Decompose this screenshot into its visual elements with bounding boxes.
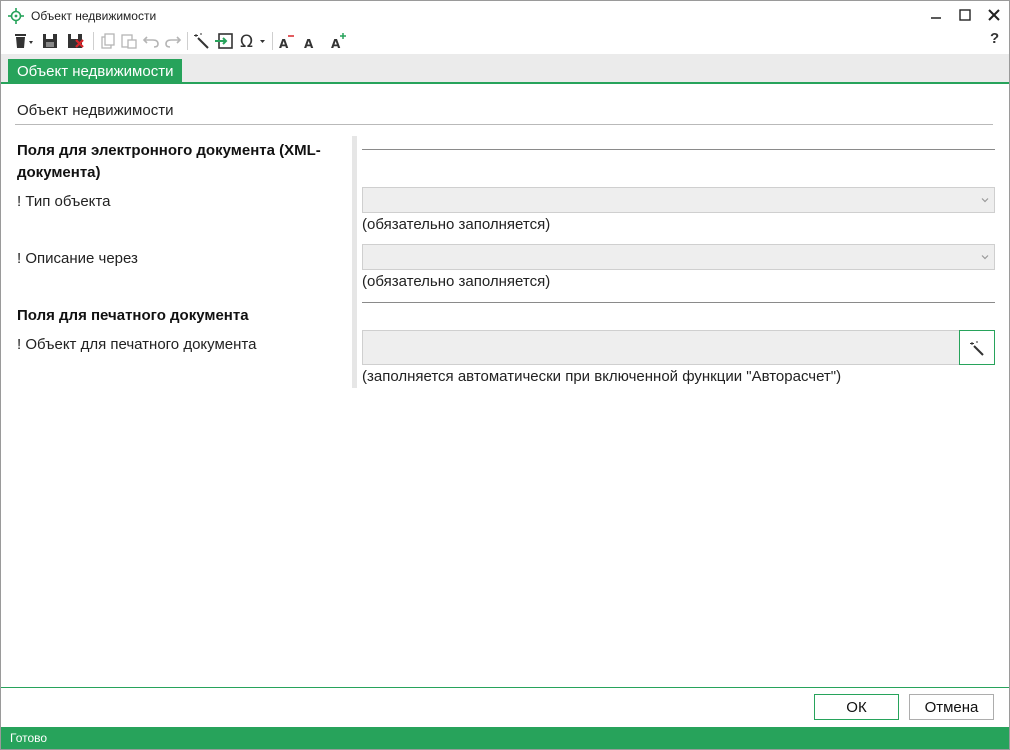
- font-increase-icon: A: [331, 33, 346, 50]
- font-decrease-icon: A: [279, 35, 294, 50]
- wand-button[interactable]: [191, 30, 213, 52]
- paste-button[interactable]: [119, 30, 139, 52]
- minimize-button[interactable]: [921, 3, 951, 27]
- toolbar-separator: [272, 32, 273, 50]
- tab-real-estate-object[interactable]: Объект недвижимости: [8, 59, 183, 84]
- maximize-button[interactable]: [950, 3, 980, 27]
- undo-icon: [142, 36, 159, 48]
- svg-text:A: A: [304, 37, 314, 50]
- cancel-button[interactable]: Отмена: [909, 694, 994, 720]
- group-heading-xml-line2: документа): [17, 164, 101, 181]
- object-type-select[interactable]: [362, 187, 995, 213]
- object-type-hint: (обязательно заполняется): [362, 216, 551, 233]
- save-icon: [43, 34, 57, 48]
- svg-text:Ω: Ω: [240, 32, 253, 50]
- group-xml-rule: [362, 149, 995, 150]
- status-bar: Готово: [1, 727, 1009, 749]
- svg-text:A: A: [279, 37, 289, 50]
- copy-button[interactable]: [98, 30, 118, 52]
- title-bar: Объект недвижимости: [1, 1, 1009, 29]
- redo-icon: [165, 36, 182, 48]
- insert-button[interactable]: [213, 30, 235, 52]
- window-title: Объект недвижимости: [31, 9, 157, 23]
- autofill-button[interactable]: [959, 330, 995, 365]
- maximize-icon: [959, 9, 971, 21]
- save-close-icon: [68, 34, 84, 48]
- wand-icon: [194, 33, 209, 49]
- tab-strip: Объект недвижимости: [1, 54, 1009, 84]
- description-via-label: ! Описание через: [17, 250, 138, 267]
- group-print-rule: [362, 302, 995, 303]
- minimize-icon: [931, 17, 941, 19]
- ok-button[interactable]: ОК: [814, 694, 899, 720]
- svg-text:A: A: [331, 37, 341, 50]
- description-via-select[interactable]: [362, 244, 995, 270]
- chevron-down-icon: [981, 198, 989, 203]
- delete-icon: [15, 34, 33, 48]
- font-increase-button[interactable]: A: [329, 30, 349, 52]
- insert-icon: [215, 33, 233, 49]
- print-object-hint: (заполняется автоматически при включенно…: [362, 368, 842, 385]
- omega-icon: Ω: [240, 32, 265, 50]
- section-title: Объект недвижимости: [17, 102, 174, 119]
- wand-icon: [970, 340, 984, 356]
- target-icon: [8, 8, 24, 24]
- delete-button[interactable]: [10, 30, 36, 52]
- group-heading-print: Поля для печатного документа: [17, 307, 249, 324]
- toolbar: Ω A A A ?: [1, 29, 1009, 53]
- paste-icon: [121, 34, 137, 49]
- undo-button[interactable]: [141, 30, 161, 52]
- dialog-window: Объект недвижимости Ω A A A ? Объект нед…: [0, 0, 1010, 750]
- chevron-down-icon: [981, 255, 989, 260]
- font-reset-button[interactable]: A: [301, 30, 319, 52]
- object-type-label: ! Тип объекта: [17, 193, 111, 210]
- footer-divider: [1, 687, 1009, 688]
- special-chars-button[interactable]: Ω: [239, 30, 267, 52]
- status-text: Готово: [10, 731, 48, 745]
- save-button[interactable]: [39, 30, 61, 52]
- copy-icon: [101, 33, 115, 49]
- font-reset-icon: A: [304, 37, 314, 50]
- group-heading-xml: Поля для электронного документа (XML- до…: [17, 140, 321, 184]
- print-object-label: ! Объект для печатного документа: [17, 336, 257, 353]
- redo-button[interactable]: [163, 30, 183, 52]
- close-icon: [988, 9, 1000, 21]
- description-via-hint: (обязательно заполняется): [362, 273, 551, 290]
- help-button[interactable]: ?: [990, 30, 999, 47]
- font-decrease-button[interactable]: A: [277, 30, 297, 52]
- group-heading-xml-line1: Поля для электронного документа (XML-: [17, 142, 321, 159]
- save-close-button[interactable]: [65, 30, 87, 52]
- close-button[interactable]: [979, 3, 1009, 27]
- print-object-field[interactable]: [362, 330, 960, 365]
- toolbar-separator: [93, 32, 94, 50]
- column-divider: [352, 136, 357, 388]
- toolbar-separator: [187, 32, 188, 50]
- section-divider: [15, 124, 993, 125]
